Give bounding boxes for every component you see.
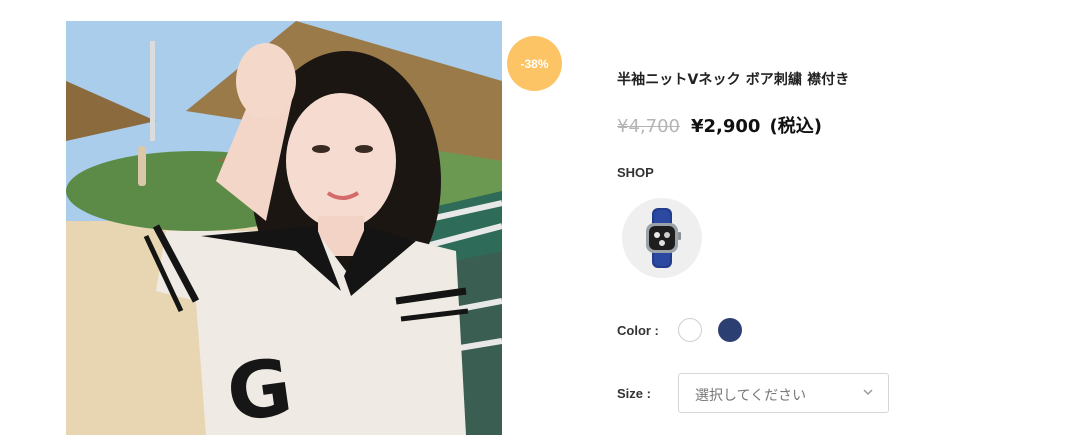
- original-price: ¥4,700: [617, 116, 680, 137]
- shop-thumbnail[interactable]: [622, 198, 702, 278]
- tax-included-note: (税込): [769, 116, 822, 137]
- product-photo-illustration: G: [66, 21, 502, 435]
- size-select-placeholder: 選択してください: [695, 388, 807, 404]
- product-title: 半袖ニットVネック ボア刺繍 襟付き: [617, 72, 850, 88]
- chevron-down-icon: [863, 389, 873, 396]
- color-swatch-white[interactable]: [678, 318, 702, 342]
- svg-text:G: G: [222, 342, 298, 435]
- product-photo[interactable]: G: [66, 21, 502, 435]
- color-label: Color :: [617, 323, 659, 338]
- price-row: ¥4,700 ¥2,900 (税込): [617, 112, 822, 138]
- shop-label: SHOP: [617, 165, 654, 180]
- size-select[interactable]: 選択してください: [678, 373, 889, 413]
- sale-price: ¥2,900: [691, 116, 761, 137]
- color-swatch-navy[interactable]: [718, 318, 742, 342]
- discount-badge: -38%: [507, 36, 562, 91]
- size-label: Size :: [617, 386, 651, 401]
- watch-icon: [646, 208, 681, 268]
